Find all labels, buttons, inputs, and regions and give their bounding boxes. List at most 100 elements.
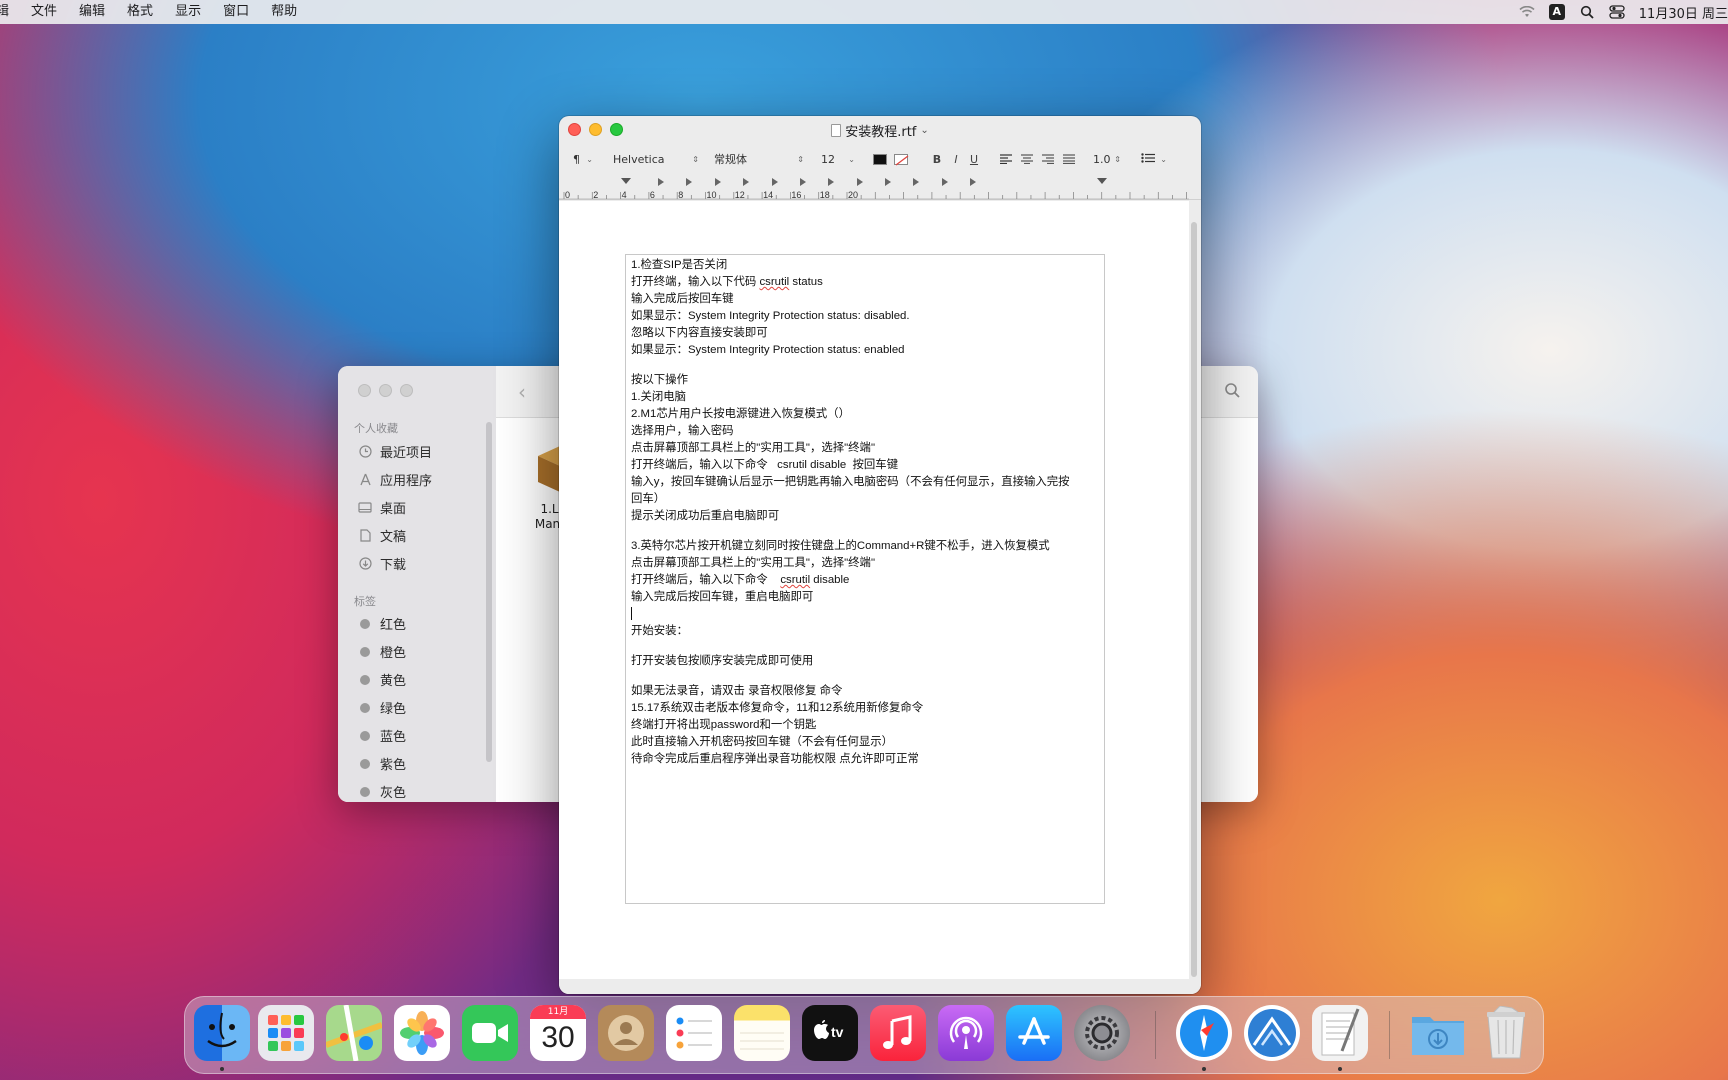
dock-system-preferences-icon[interactable] xyxy=(1074,1005,1130,1061)
tab-stop-marker[interactable] xyxy=(658,178,664,186)
textedit-close-button[interactable] xyxy=(568,123,581,136)
font-family-popup[interactable]: Helvetica ⇕ xyxy=(609,151,703,167)
tab-stop-marker[interactable] xyxy=(857,178,863,186)
italic-button[interactable]: I xyxy=(950,151,962,167)
line-spacing-popup[interactable]: 1.0 ⇕ xyxy=(1089,151,1125,167)
dock-textedit-icon[interactable] xyxy=(1312,1005,1368,1061)
align-right-icon[interactable] xyxy=(1041,151,1055,167)
tab-stop-marker[interactable] xyxy=(885,178,891,186)
align-center-icon[interactable] xyxy=(1020,151,1034,167)
list-bullets-popup[interactable]: ⌄ xyxy=(1137,151,1171,167)
dock-photos-icon[interactable] xyxy=(394,1005,450,1061)
font-size-combo[interactable]: 12 ⌄ xyxy=(817,151,859,167)
dock-launchpad-icon[interactable] xyxy=(258,1005,314,1061)
input-source-icon[interactable]: A xyxy=(1548,4,1565,20)
document-horizontal-scrollbar[interactable] xyxy=(559,979,1201,994)
sidebar-item-desktop[interactable]: 桌面 xyxy=(358,498,406,517)
sidebar-tag-yellow[interactable]: 黄色 xyxy=(358,670,406,689)
dock-facetime-icon[interactable] xyxy=(462,1005,518,1061)
dock-podcasts-icon[interactable] xyxy=(938,1005,994,1061)
sidebar-tag-green[interactable]: 绿色 xyxy=(358,698,406,717)
tab-stop-marker[interactable] xyxy=(942,178,948,186)
ruler[interactable]: 0 2 4 6 8 10 12 14 16 18 20 xyxy=(559,174,1201,200)
menu-edit[interactable]: 编辑 xyxy=(68,0,116,24)
tab-stop-marker[interactable] xyxy=(913,178,919,186)
document-title[interactable]: 安装教程.rtf ⌄ xyxy=(831,121,929,140)
spotlight-search-icon[interactable] xyxy=(1579,4,1595,20)
tab-stop-marker[interactable] xyxy=(772,178,778,186)
dock-finder-icon[interactable] xyxy=(194,1005,250,1061)
tab-stop-marker[interactable] xyxy=(800,178,806,186)
sidebar-tag-purple[interactable]: 紫色 xyxy=(358,754,406,773)
dock-calendar-icon[interactable]: 11月 30 xyxy=(530,1005,586,1061)
dock-safari-icon[interactable] xyxy=(1176,1005,1232,1061)
align-left-icon[interactable] xyxy=(999,151,1013,167)
document-scroll-area[interactable]: 1.检查SIP是否关闭 打开终端，输入以下代码 csrutil status 输… xyxy=(559,201,1189,979)
sidebar-item-downloads[interactable]: 下载 xyxy=(358,554,406,573)
sidebar-tag-orange[interactable]: 橙色 xyxy=(358,642,406,661)
textedit-minimize-button[interactable] xyxy=(589,123,602,136)
menu-view[interactable]: 显示 xyxy=(164,0,212,24)
dock-trash-icon[interactable] xyxy=(1478,1005,1534,1061)
finder-zoom-button[interactable] xyxy=(400,384,413,397)
document-text[interactable]: 1.检查SIP是否关闭 打开终端，输入以下代码 csrutil status 输… xyxy=(631,257,1101,768)
align-justify-icon[interactable] xyxy=(1062,151,1076,167)
finder-minimize-button[interactable] xyxy=(379,384,392,397)
sidebar-item-label: 应用程序 xyxy=(380,474,433,489)
doc-line: 如果显示：System Integrity Protection status:… xyxy=(631,310,910,322)
dock-maps-icon[interactable] xyxy=(326,1005,382,1061)
left-indent-marker[interactable] xyxy=(621,178,631,184)
menu-file[interactable]: 文件 xyxy=(20,0,68,24)
tab-stop-marker[interactable] xyxy=(686,178,692,186)
finder-close-button[interactable] xyxy=(358,384,371,397)
doc-line: 点击屏幕顶部工具栏上的"实用工具"，选择"终端" xyxy=(631,557,875,569)
right-margin-marker[interactable] xyxy=(1097,178,1107,184)
finder-search-icon[interactable] xyxy=(1224,382,1240,402)
tab-stop-marker[interactable] xyxy=(715,178,721,186)
ruler-label: 14 xyxy=(763,190,773,200)
sidebar-item-label: 紫色 xyxy=(380,758,407,773)
tab-stop-marker[interactable] xyxy=(828,178,834,186)
font-style-popup[interactable]: 常规体 ⇕ xyxy=(710,151,808,167)
textedit-zoom-button[interactable] xyxy=(610,123,623,136)
back-chevron-icon[interactable]: ‹ xyxy=(518,380,526,404)
ruler-label: 0 xyxy=(565,190,570,200)
ruler-label: 8 xyxy=(678,190,683,200)
dock-contacts-icon[interactable] xyxy=(598,1005,654,1061)
sidebar-item-recents[interactable]: 最近项目 xyxy=(358,442,432,461)
paragraph-styles-popup[interactable]: ¶ ⌄ xyxy=(569,151,597,167)
dock-music-icon[interactable] xyxy=(870,1005,926,1061)
tab-stop-marker[interactable] xyxy=(743,178,749,186)
tab-stop-marker[interactable] xyxy=(970,178,976,186)
doc-blank-line xyxy=(631,359,1101,372)
document-vertical-scrollbar[interactable] xyxy=(1191,222,1197,977)
menu-format[interactable]: 格式 xyxy=(116,0,164,24)
dock-app-store-icon[interactable] xyxy=(1006,1005,1062,1061)
sidebar-tag-blue[interactable]: 蓝色 xyxy=(358,726,406,745)
dock-downloads-stack-icon[interactable] xyxy=(1410,1005,1466,1061)
sidebar-tag-red[interactable]: 红色 xyxy=(358,614,406,633)
sidebar-item-applications[interactable]: 应用程序 xyxy=(358,470,432,489)
bold-button[interactable]: B xyxy=(931,151,943,167)
menu-bar-clock[interactable]: 11月30日 周三 xyxy=(1639,3,1728,22)
dock-tv-icon[interactable]: tv xyxy=(802,1005,858,1061)
background-color-well[interactable] xyxy=(894,154,909,166)
sidebar-item-documents[interactable]: 文稿 xyxy=(358,526,406,545)
sidebar-item-label: 灰色 xyxy=(380,786,407,801)
menu-edit-partial[interactable]: 辑 xyxy=(0,0,20,24)
menu-help[interactable]: 帮助 xyxy=(260,0,308,24)
doc-blank-line xyxy=(631,640,1101,653)
underline-button[interactable]: U xyxy=(968,151,980,167)
wifi-icon[interactable] xyxy=(1519,4,1535,20)
tag-dot-icon xyxy=(360,646,370,657)
sidebar-tag-gray[interactable]: 灰色 xyxy=(358,782,406,801)
text-color-well[interactable] xyxy=(873,154,887,165)
control-center-icon[interactable] xyxy=(1609,4,1625,20)
finder-sidebar-scrollbar[interactable] xyxy=(486,422,492,762)
menu-window[interactable]: 窗口 xyxy=(212,0,260,24)
dock-reminders-icon[interactable] xyxy=(666,1005,722,1061)
dock-monterey-installer-icon[interactable] xyxy=(1244,1005,1300,1061)
doc-line: 打开安装包按顺序安装完成即可使用 xyxy=(631,655,814,667)
textedit-titlebar[interactable]: 安装教程.rtf ⌄ xyxy=(559,116,1201,144)
dock-notes-icon[interactable] xyxy=(734,1005,790,1061)
